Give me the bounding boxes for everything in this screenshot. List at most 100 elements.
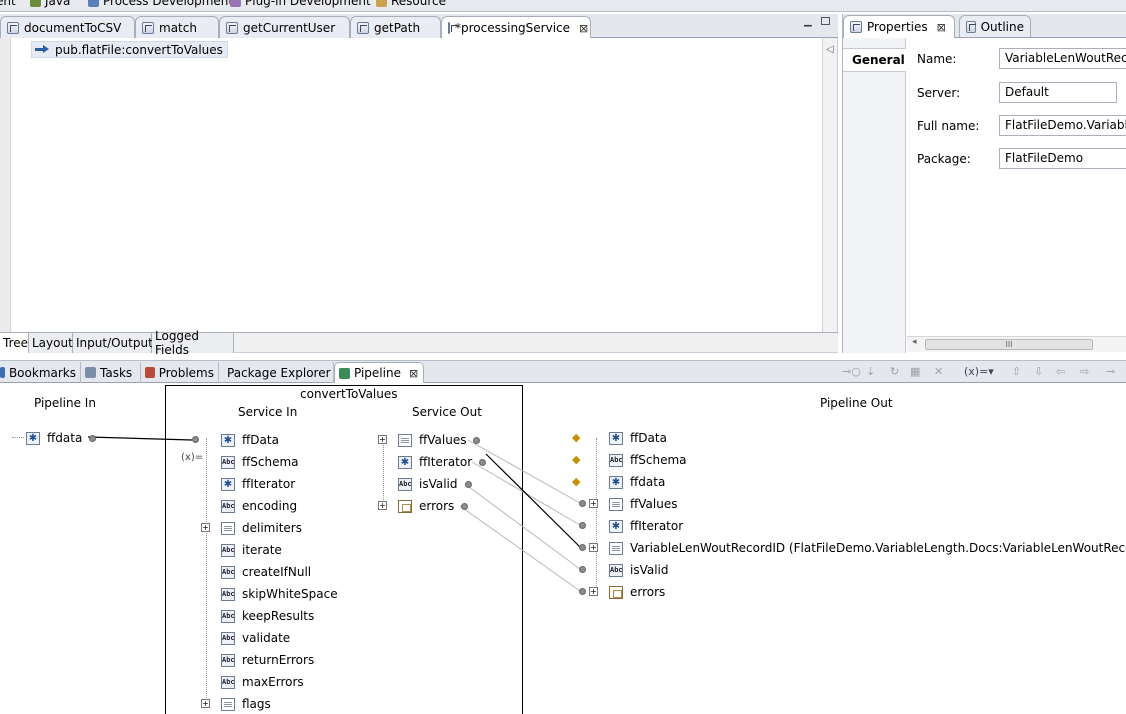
drop-icon[interactable]: ⇣ <box>866 365 875 378</box>
pipeline-out-ffvalues[interactable]: ffValues <box>609 496 677 512</box>
service-in-ffiterator[interactable]: ffIterator <box>221 476 295 492</box>
scroll-left-icon[interactable]: ◂ <box>912 337 917 347</box>
minimize-icon[interactable]: ▁ <box>804 17 814 27</box>
link-port[interactable] <box>579 544 586 551</box>
service-in-delimiters[interactable]: delimiters <box>221 520 302 536</box>
link-port[interactable] <box>579 500 586 507</box>
service-in-validate[interactable]: Abc validate <box>221 630 290 646</box>
link-ffvalues[interactable] <box>485 453 581 548</box>
perspective-item-ent[interactable]: ent <box>0 0 16 8</box>
tab-layout[interactable]: Layout <box>29 333 73 353</box>
close-icon[interactable]: ⊠ <box>579 22 588 35</box>
tab-pipeline[interactable]: Pipeline ⊠ <box>334 362 424 383</box>
perspective-item-plugin-development[interactable]: Plug-in Development <box>230 0 371 8</box>
tab-tasks[interactable]: Tasks <box>81 362 141 383</box>
invoke-step-node[interactable]: pub.flatFile:convertToValues <box>31 41 228 58</box>
perspective-item-java[interactable]: Java <box>30 0 70 8</box>
map-icon[interactable]: ↻ <box>890 365 899 378</box>
pipeline-out-errors[interactable]: errors <box>609 584 665 600</box>
pipeline-out-isvalid[interactable]: Abc isValid <box>609 562 669 578</box>
perspective-item-process-development[interactable]: Process Development <box>88 0 233 8</box>
move-up-icon[interactable]: ⇧ <box>1012 365 1021 378</box>
pipeline-out-ffiterator[interactable]: ffIterator <box>609 518 683 534</box>
link-port[interactable] <box>579 566 586 573</box>
link-port[interactable] <box>192 436 199 443</box>
delete-icon[interactable]: ✕ <box>934 365 943 378</box>
pipeline-out-ffdata-2[interactable]: ffdata <box>609 474 665 490</box>
tab-getcurrentuser[interactable]: getCurrentUser <box>219 16 350 38</box>
pipeline-out-variablelenwoutrecordid[interactable]: VariableLenWoutRecordID (FlatFileDemo.Va… <box>609 540 1126 556</box>
scroll-thumb[interactable]: III <box>925 339 1093 350</box>
move-down-icon[interactable]: ⇩ <box>1034 365 1043 378</box>
pipeline-out-ffdata[interactable]: ffData <box>609 430 667 446</box>
close-icon[interactable]: ⊠ <box>937 21 946 34</box>
service-out-errors[interactable]: errors <box>398 498 469 514</box>
package-field[interactable]: FlatFileDemo <box>999 148 1126 169</box>
flow-editor-canvas[interactable] <box>0 38 838 332</box>
tab-problems[interactable]: Problems <box>141 362 219 383</box>
service-in-keepresults[interactable]: Abc keepResults <box>221 608 314 624</box>
link-port[interactable] <box>89 434 97 442</box>
link-port[interactable] <box>479 458 487 466</box>
link-errors[interactable] <box>459 505 581 592</box>
service-out-ffvalues[interactable]: ffValues <box>398 432 481 448</box>
server-field[interactable]: Default <box>999 82 1117 103</box>
link-port[interactable] <box>473 436 481 444</box>
tab-properties[interactable]: Properties ⊠ <box>843 15 955 38</box>
properties-horizontal-scrollbar[interactable]: ◂ III <box>907 336 1126 352</box>
transformer-icon[interactable]: ▦ <box>910 365 920 378</box>
perspective-item-resource[interactable]: Resource <box>376 0 446 8</box>
move-left-icon[interactable]: ⇦ <box>1056 365 1065 378</box>
service-in-flags[interactable]: flags <box>221 696 271 712</box>
expand-icon[interactable]: + <box>589 543 598 552</box>
expand-icon[interactable]: + <box>589 499 598 508</box>
close-icon[interactable]: ⊠ <box>409 367 418 380</box>
name-field[interactable]: VariableLenWoutRecor <box>999 48 1126 69</box>
service-in-iterate[interactable]: Abc iterate <box>221 542 282 558</box>
link-port[interactable] <box>461 502 469 510</box>
service-in-encoding[interactable]: Abc encoding <box>221 498 297 514</box>
service-in-maxerrors[interactable]: Abc maxErrors <box>221 674 304 690</box>
tab-logged-fields[interactable]: Logged Fields <box>152 329 234 357</box>
pipeline-in-ffdata[interactable]: ffdata <box>26 430 97 446</box>
expand-icon[interactable]: + <box>378 435 387 444</box>
drop-hook-icon: ◆ <box>572 453 581 466</box>
tab-package-explorer[interactable]: Package Explorer <box>219 362 334 383</box>
full-name-field[interactable]: FlatFileDemo.VariableL <box>999 115 1126 136</box>
tab-documenttocsv[interactable]: documentToCSV <box>0 16 135 38</box>
link-port[interactable] <box>579 522 586 529</box>
tab-outline[interactable]: Outline <box>959 15 1031 37</box>
move-right-icon[interactable]: ⇨ <box>1080 365 1089 378</box>
tab-tree[interactable]: Tree <box>0 333 29 353</box>
link-icon[interactable]: ⊸○ <box>842 365 861 378</box>
maximize-icon[interactable] <box>821 17 830 25</box>
tab-processingservice[interactable]: *processingService ⊠ <box>441 16 591 39</box>
tab-input-output[interactable]: Input/Output <box>73 333 153 353</box>
service-out-ffiterator[interactable]: ffIterator <box>398 454 487 470</box>
service-in-returnerrors[interactable]: Abc returnErrors <box>221 652 314 668</box>
service-in-ffschema[interactable]: Abc ffSchema <box>221 454 299 470</box>
service-in-ffdata[interactable]: ffData <box>221 432 279 448</box>
editor-tab-bar: documentToCSV match getCurrentUser getPa… <box>0 14 838 39</box>
set-value-icon[interactable]: (x)=▾ <box>964 365 994 378</box>
service-in-createifnull[interactable]: Abc createIfNull <box>221 564 311 580</box>
section-general[interactable]: General <box>843 48 906 72</box>
tab-bookmarks[interactable]: Bookmarks <box>0 362 81 383</box>
expand-icon[interactable]: + <box>589 587 598 596</box>
link-port[interactable] <box>579 588 586 595</box>
expand-icon[interactable]: + <box>201 699 210 708</box>
expand-icon[interactable]: + <box>201 523 210 532</box>
pipeline-out-ffschema[interactable]: Abc ffSchema <box>609 452 687 468</box>
tab-getpath[interactable]: getPath <box>350 16 441 38</box>
collapse-left-icon[interactable]: ◁ <box>826 44 834 55</box>
link-port[interactable] <box>464 480 472 488</box>
link-ffdata[interactable] <box>87 436 193 441</box>
service-in-skipwhitespace[interactable]: Abc skipWhiteSpace <box>221 586 338 602</box>
more-icon[interactable]: ⊸ <box>1106 365 1115 378</box>
link-isvalid[interactable] <box>464 483 581 570</box>
expand-icon[interactable]: + <box>378 501 387 510</box>
link-ffvalues-copy[interactable] <box>467 439 581 504</box>
editor-vertical-scrollbar[interactable]: ◁ <box>822 38 837 332</box>
service-out-isvalid[interactable]: Abc isValid <box>398 476 472 492</box>
tab-match[interactable]: match <box>135 16 219 38</box>
